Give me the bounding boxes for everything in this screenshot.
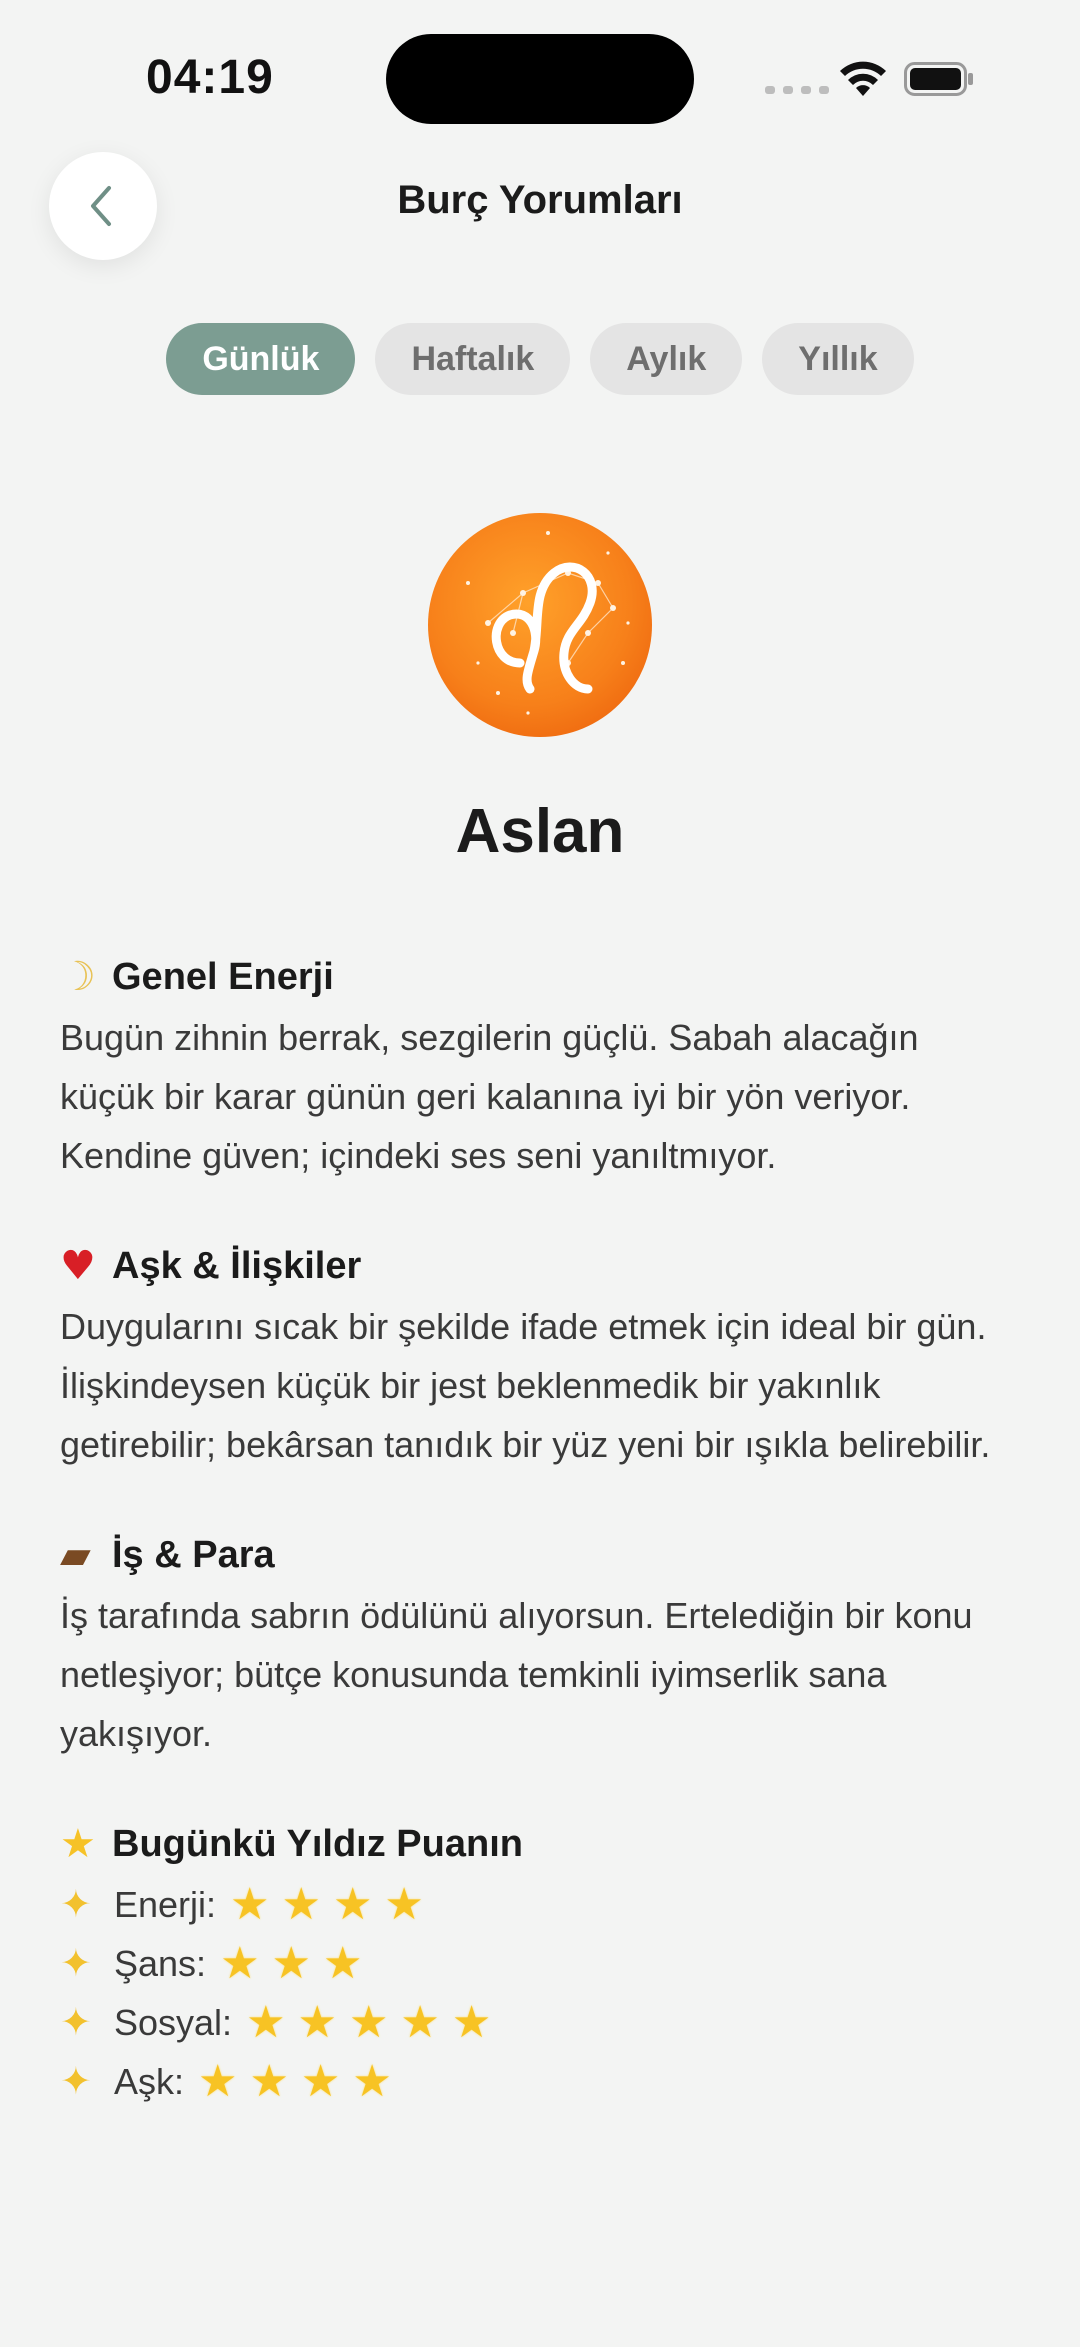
section-title-work: ▰ İş & Para	[60, 1526, 1020, 1584]
rating-label: Enerji:	[114, 1884, 217, 1925]
section-love: ♥ Aşk & İlişkiler Duygularını sıcak bir …	[60, 1237, 1020, 1474]
horoscope-content: ☽ Genel Enerji Bugün zihnin berrak, sezg…	[60, 948, 1020, 2163]
rating-label: Şans:	[114, 1943, 207, 1984]
rating-label: Aşk:	[114, 2061, 185, 2102]
battery-icon	[904, 62, 973, 96]
rating-energy: ✦ Enerji: ★★★★	[60, 1875, 1020, 1934]
period-tabs: Günlük Haftalık Aylık Yıllık	[0, 323, 1080, 395]
page-title: Burç Yorumları	[397, 178, 683, 222]
dynamic-island	[386, 34, 694, 124]
sparkles-icon: ✦	[60, 1882, 92, 1926]
wifi-icon	[840, 61, 886, 96]
section-title-general-label: Genel Enerji	[112, 955, 334, 998]
star-icon: ★	[60, 1821, 96, 1867]
section-work-money: ▰ İş & Para İş tarafında sabrın ödülünü …	[60, 1526, 1020, 1763]
rating-list: ✦ Enerji: ★★★★ ✦ Şans: ★★★ ✦ Sosyal: ★★★…	[60, 1875, 1020, 2111]
section-title-love-label: Aşk & İlişkiler	[112, 1244, 362, 1287]
leo-zodiac-icon	[428, 513, 652, 737]
sparkles-icon: ✦	[60, 1941, 92, 1985]
section-title-rating-label: Bugünkü Yıldız Puanın	[112, 1822, 523, 1865]
rating-label: Sosyal:	[114, 2002, 233, 2043]
rating-love: ✦ Aşk: ★★★★	[60, 2052, 1020, 2111]
status-time: 04:19	[146, 51, 274, 104]
tab-weekly[interactable]: Haftalık	[375, 323, 571, 395]
section-body-general: Bugün zihnin berrak, sezgilerin güçlü. S…	[60, 1017, 919, 1176]
sparkles-icon: ✦	[60, 2059, 92, 2103]
moon-icon: ☽	[60, 954, 96, 1000]
rating-stars: ★★★★	[198, 2056, 404, 2107]
rating-stars: ★★★★★	[246, 1997, 504, 2048]
section-title-general: ☽ Genel Enerji	[60, 948, 1020, 1006]
section-title-rating: ★ Bugünkü Yıldız Puanın	[60, 1815, 1020, 1873]
section-general-energy: ☽ Genel Enerji Bugün zihnin berrak, sezg…	[60, 948, 1020, 1185]
section-body-love: Duygularını sıcak bir şekilde ifade etme…	[60, 1306, 991, 1465]
section-body-work: İş tarafında sabrın ödülünü alıyorsun. E…	[60, 1595, 973, 1754]
cellular-signal-icon	[765, 86, 829, 94]
sign-name: Aslan	[455, 797, 625, 866]
rating-stars: ★★★★	[230, 1879, 436, 1930]
section-title-love: ♥ Aşk & İlişkiler	[60, 1237, 1020, 1295]
heart-icon: ♥	[60, 1243, 96, 1289]
section-title-work-label: İş & Para	[112, 1533, 275, 1576]
sparkles-icon: ✦	[60, 2000, 92, 2044]
section-star-rating: ★ Bugünkü Yıldız Puanın ✦ Enerji: ★★★★ ✦…	[60, 1815, 1020, 2111]
briefcase-icon: ▰	[60, 1532, 91, 1578]
tab-monthly[interactable]: Aylık	[590, 323, 743, 395]
rating-stars: ★★★	[220, 1938, 375, 1989]
rating-luck: ✦ Şans: ★★★	[60, 1934, 1020, 1993]
tab-yearly[interactable]: Yıllık	[762, 323, 914, 395]
tab-daily[interactable]: Günlük	[166, 323, 356, 395]
status-bar: 04:19	[0, 0, 1080, 150]
rating-social: ✦ Sosyal: ★★★★★	[60, 1993, 1020, 2052]
